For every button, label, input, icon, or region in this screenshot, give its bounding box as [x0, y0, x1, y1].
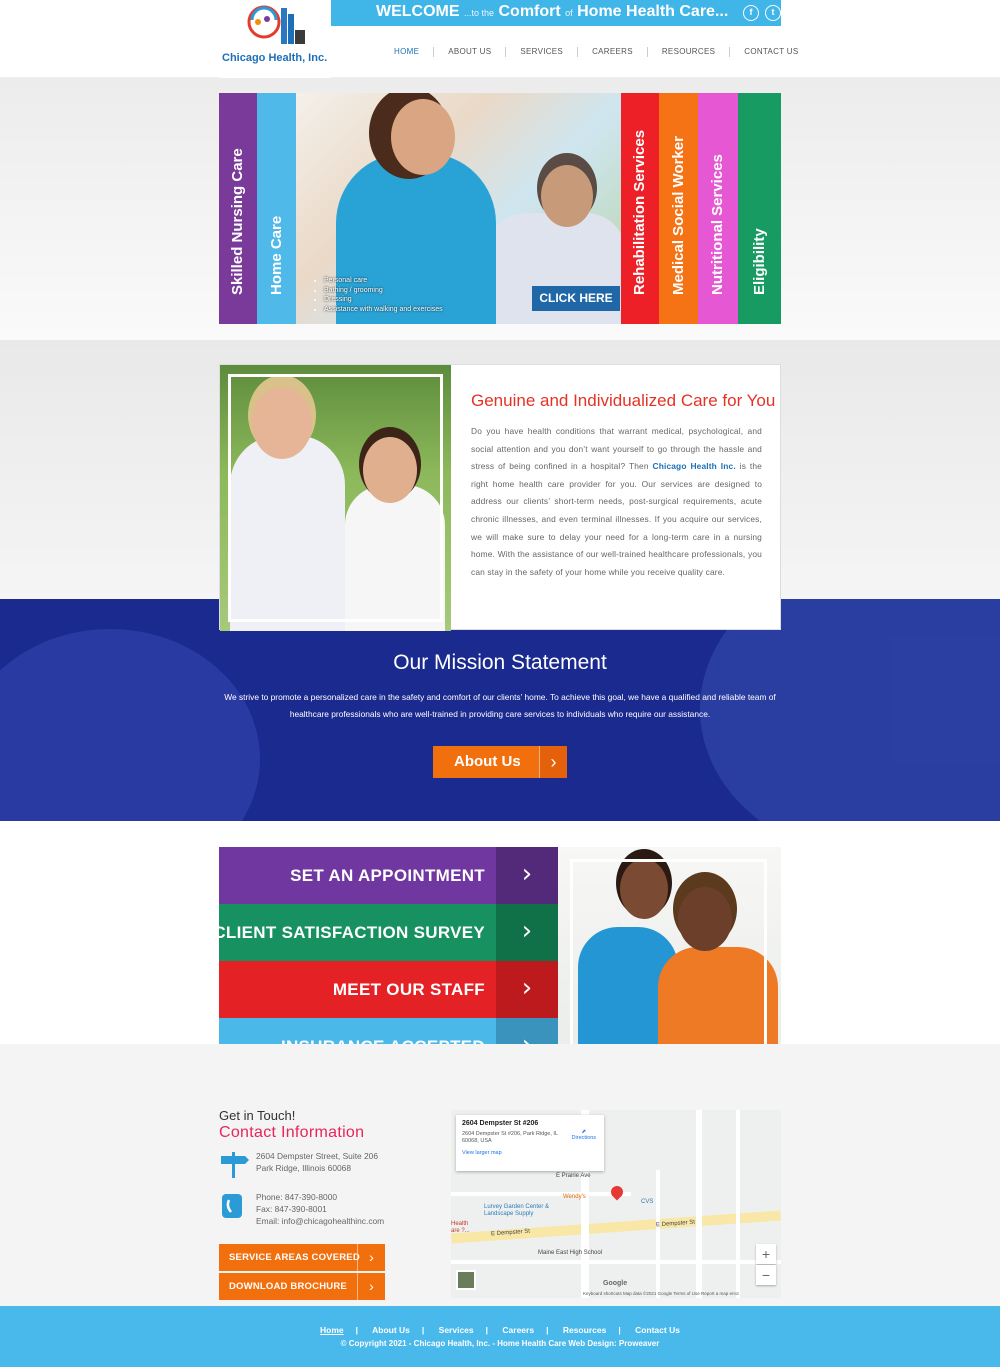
tab-eligibility[interactable]: Eligibility [738, 93, 781, 324]
list-item: Bathing / grooming [324, 286, 443, 296]
download-brochure-button[interactable]: DOWNLOAD BROCHURE › [219, 1273, 385, 1300]
chevron-right-icon: › [357, 1273, 385, 1300]
client-satisfaction-survey-button[interactable]: CLIENT SATISFACTION SURVEY › [213, 904, 558, 961]
footer-link-careers[interactable]: Careers [502, 1325, 534, 1335]
service-areas-button[interactable]: SERVICE AREAS COVERED › [219, 1244, 385, 1271]
about-us-button[interactable]: About Us › [433, 746, 567, 778]
care-photo [220, 365, 451, 631]
nav-careers[interactable]: CAREERS [577, 47, 647, 57]
map-attribution: Keyboard shortcuts Map data ©2021 Google… [583, 1291, 740, 1296]
chevron-right-icon: › [496, 904, 558, 961]
nav-about-us[interactable]: ABOUT US [433, 47, 505, 57]
care-title: Genuine and Individualized Care for You [471, 391, 776, 410]
list-item: Assistance with walking and exercises [324, 305, 443, 315]
get-in-touch-heading: Get in Touch! [219, 1108, 296, 1123]
copyright: © Copyright 2021 - Chicago Health, Inc. … [340, 1339, 660, 1348]
footer-link-contact-us[interactable]: Contact Us [635, 1325, 680, 1335]
care-text: Do you have health conditions that warra… [471, 426, 762, 577]
google-map[interactable]: 2604 Dempster St #206 2604 Dempster St #… [451, 1110, 781, 1298]
footer-link-about-us[interactable]: About Us [372, 1325, 410, 1335]
footer-link-services[interactable]: Services [439, 1325, 474, 1335]
map-label: E Prairie Ave [556, 1173, 591, 1179]
contact-details: Phone: 847-390-8000 Fax: 847-390-8001 Em… [256, 1192, 385, 1227]
chevron-right-icon: › [539, 746, 567, 778]
site-footer [0, 1306, 1000, 1367]
footer-link-home[interactable]: Home [320, 1325, 344, 1335]
chevron-right-icon: › [496, 961, 558, 1018]
hero-bullet-list: Personal care Bathing / grooming Dressin… [314, 276, 443, 314]
phone-icon [219, 1193, 245, 1219]
mission-text: We strive to promote a personalized care… [224, 692, 776, 719]
meet-our-staff-button[interactable]: MEET OUR STAFF › [219, 961, 558, 1018]
main-nav: HOME ABOUT US SERVICES CAREERS RESOURCES… [380, 47, 813, 57]
mission-title: Our Mission Statement [393, 651, 607, 674]
welcome-text: WELCOME ...to the Comfort of Home Health… [376, 3, 729, 20]
email-link[interactable]: Email: info@chicagohealthinc.com [256, 1215, 384, 1227]
nav-services[interactable]: SERVICES [505, 47, 577, 57]
click-here-button[interactable]: CLICK HERE [532, 286, 620, 311]
facebook-icon[interactable]: f [743, 5, 759, 21]
zoom-out-button[interactable]: − [756, 1265, 776, 1285]
list-item: Personal care [324, 276, 443, 286]
chevron-right-icon: › [496, 847, 558, 904]
tab-nutritional-services[interactable]: Nutritional Services [698, 93, 738, 324]
footer-nav: Home | About Us | Services | Careers | Resou… [320, 1325, 680, 1335]
address: 2604 Dempster Street, Suite 206 Park Rid… [256, 1151, 378, 1173]
nav-contact-us[interactable]: CONTACT US [729, 47, 812, 57]
nav-resources[interactable]: RESOURCES [646, 47, 729, 57]
directions-link[interactable]: ⬈ Directions [572, 1129, 596, 1141]
caregiver-photo [558, 847, 781, 1075]
tab-rehabilitation-services[interactable]: Rehabilitation Services [621, 93, 659, 324]
nav-home[interactable]: HOME [380, 47, 433, 57]
map-info-popup: 2604 Dempster St #206 2604 Dempster St #… [456, 1115, 604, 1171]
map-label: Wendy's [563, 1194, 586, 1200]
map-pin-icon[interactable] [608, 1183, 626, 1201]
tab-medical-social-worker[interactable]: Medical Social Worker [659, 93, 698, 324]
chevron-right-icon: › [357, 1244, 385, 1271]
zoom-in-button[interactable]: + [756, 1244, 776, 1264]
tab-skilled-nursing-care[interactable]: Skilled Nursing Care [219, 93, 257, 324]
map-label: Health are ?... [451, 1221, 470, 1234]
logo[interactable] [219, 0, 331, 78]
satellite-toggle[interactable] [456, 1270, 476, 1290]
brand-link[interactable]: Chicago Health Inc. [653, 461, 736, 471]
twitter-icon[interactable]: t [765, 5, 781, 21]
logo-text: Chicago Health, Inc. [222, 52, 328, 64]
google-logo: Google [603, 1280, 628, 1287]
care-card: Genuine and Individualized Care for You … [219, 364, 781, 631]
contact-title: Contact Information [219, 1124, 365, 1141]
map-label: Maine East High School [538, 1250, 603, 1256]
tab-home-care[interactable]: Home Care [257, 93, 296, 324]
set-appointment-button[interactable]: SET AN APPOINTMENT › [219, 847, 558, 904]
hero-slider: Skilled Nursing Care Home Care Personal … [219, 93, 781, 324]
list-item: Dressing [324, 295, 443, 305]
map-label: CVS [641, 1199, 654, 1205]
view-larger-map-link[interactable]: View larger map [462, 1150, 598, 1156]
map-label: Lurvey Garden Center & Landscape Supply [484, 1204, 550, 1217]
footer-link-resources[interactable]: Resources [563, 1325, 606, 1335]
signpost-icon [219, 1150, 249, 1178]
